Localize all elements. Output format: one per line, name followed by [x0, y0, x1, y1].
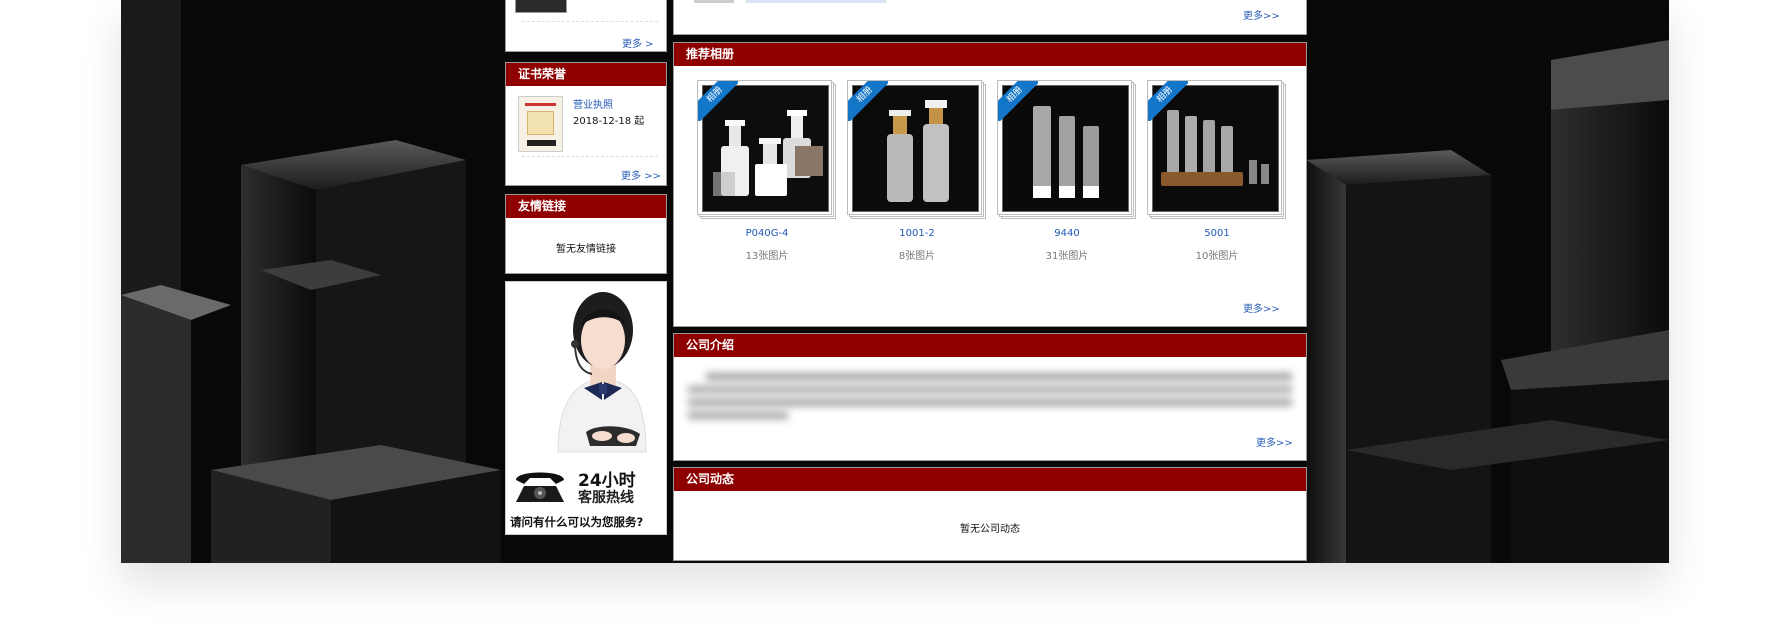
hotline-caption: 请问有什么可以为您服务? [510, 515, 644, 529]
company-intro-box: 公司介绍 更多>> [673, 333, 1307, 461]
friend-links-empty: 暂无友情链接 [556, 244, 616, 255]
main-top-fragment [694, 0, 734, 3]
album-name[interactable]: 9440 [997, 228, 1137, 239]
company-intro-more-link[interactable]: 更多>> [1256, 434, 1293, 449]
main-top-more-link[interactable]: 更多>> [1243, 7, 1280, 22]
album-name[interactable]: 5001 [1147, 228, 1287, 239]
album-badge: 相册 [698, 81, 738, 121]
hotline-box[interactable]: 24小时 客服热线 请问有什么可以为您服务? [505, 281, 667, 535]
customer-service-agent-image [506, 282, 666, 462]
company-news-box: 公司动态 暂无公司动态 [673, 467, 1307, 561]
album-name[interactable]: P040G-4 [697, 228, 837, 239]
album-frame: 相册 [1147, 80, 1282, 215]
company-intro-title: 公司介绍 [674, 334, 1306, 357]
certificate-emblem [527, 111, 554, 135]
album-count: 31张图片 [1045, 251, 1089, 262]
divider [522, 21, 658, 22]
certificate-bar [527, 140, 556, 146]
album-corner: 相册 [1148, 81, 1188, 121]
album-badge: 相册 [848, 81, 888, 121]
left-top-more-link[interactable]: 更多 > [622, 35, 654, 50]
page: 更多 > 证书荣誉 营业执照 2018-12-18 起 更多 >> 友情链接 暂… [0, 0, 1790, 623]
album-corner: 相册 [848, 81, 888, 121]
album-card[interactable]: 相册 [847, 80, 987, 220]
telephone-icon [516, 472, 564, 502]
album-card[interactable]: 相册 [697, 80, 837, 220]
album-count: 8张图片 [898, 251, 936, 262]
album-frame: 相册 [997, 80, 1132, 215]
company-news-empty: 暂无公司动态 [960, 524, 1020, 535]
company-news-title: 公司动态 [674, 468, 1306, 491]
albums-box: 推荐相册 相册 P040G-4 13张图片 相册 1001-2 8张图片 相册 … [673, 42, 1307, 327]
divider [522, 156, 658, 157]
left-top-thumbnail[interactable] [515, 0, 567, 13]
certificate-date: 2018-12-18 起 [573, 116, 645, 127]
hotline-title-line2: 客服热线 [578, 490, 634, 506]
friend-links-box: 友情链接 暂无友情链接 [505, 194, 667, 274]
album-frame: 相册 [847, 80, 982, 215]
album-count: 13张图片 [745, 251, 789, 262]
main-top-blurred-text [746, 0, 886, 3]
album-corner: 相册 [998, 81, 1038, 121]
albums-more-link[interactable]: 更多>> [1243, 300, 1280, 315]
main-top-box: 更多>> [673, 0, 1307, 35]
certificate-seal-stripe [525, 103, 556, 106]
certificates-more-link[interactable]: 更多 >> [621, 167, 661, 182]
album-name[interactable]: 1001-2 [847, 228, 987, 239]
album-card[interactable]: 相册 [1147, 80, 1287, 220]
album-badge: 相册 [1148, 81, 1188, 121]
certificate-name-link[interactable]: 营业执照 [573, 96, 613, 111]
certificates-title: 证书荣誉 [506, 63, 666, 86]
left-top-box: 更多 > [505, 0, 667, 52]
certificate-thumbnail[interactable] [518, 96, 563, 152]
certificates-box: 证书荣誉 营业执照 2018-12-18 起 更多 >> [505, 62, 667, 186]
album-count: 10张图片 [1195, 251, 1239, 262]
album-frame: 相册 [697, 80, 832, 215]
albums-title: 推荐相册 [674, 43, 1306, 66]
friend-links-title: 友情链接 [506, 195, 666, 218]
company-intro-blurred-text [688, 370, 1292, 432]
album-badge: 相册 [998, 81, 1038, 121]
album-corner: 相册 [698, 81, 738, 121]
album-card[interactable]: 相册 [997, 80, 1137, 220]
